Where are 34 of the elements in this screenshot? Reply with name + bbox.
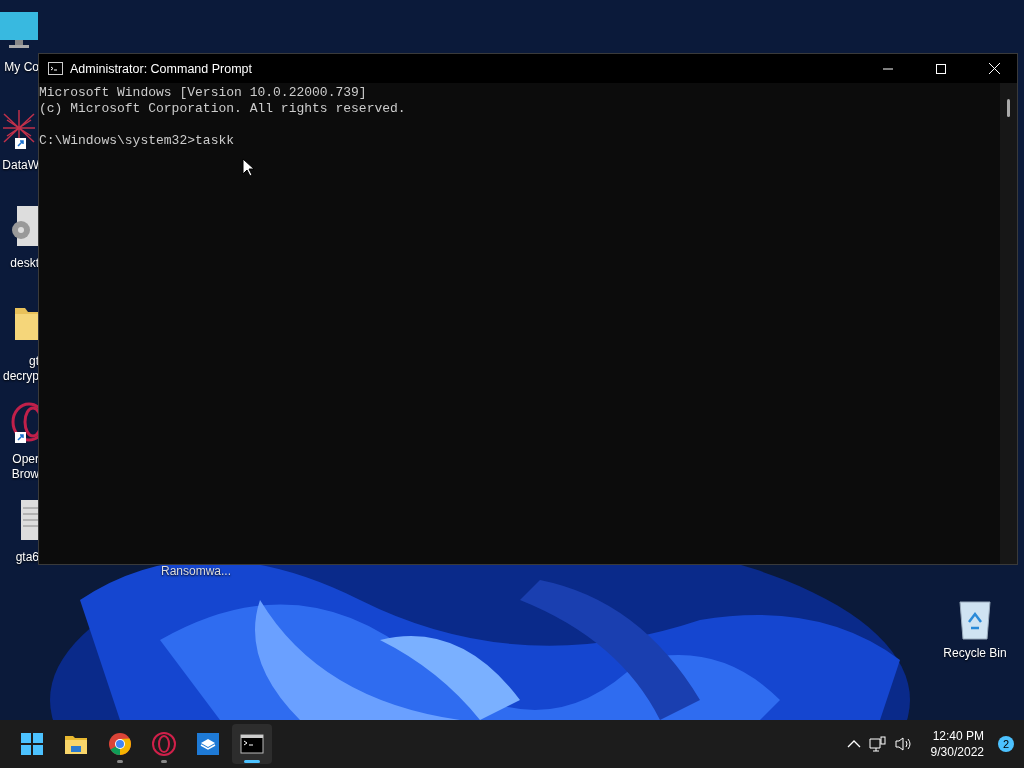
console-line: (c) Microsoft Corporation. All rights reserved. <box>39 101 407 117</box>
desktop-icon-label[interactable]: DataW <box>2 158 39 173</box>
recycle-bin-icon <box>957 598 993 640</box>
desktop-icon-label[interactable]: My Co <box>4 60 39 75</box>
chrome-icon <box>108 732 132 756</box>
maximize-icon <box>936 63 946 74</box>
clock-date[interactable]: 9/30/2022 <box>930 744 984 760</box>
taskbar-app-button[interactable] <box>232 724 272 764</box>
terminal-icon <box>240 732 264 756</box>
desktop-icon-label[interactable]: Recycle Bin <box>943 646 1007 661</box>
running-indicator <box>161 760 167 763</box>
desktop-icon-label[interactable]: gta6 <box>15 550 39 565</box>
console-line: C:\Windows\system32>taskk <box>39 133 236 149</box>
terminal-icon <box>48 62 63 75</box>
volume-icon[interactable] <box>894 736 913 752</box>
running-indicator <box>117 760 123 763</box>
console-line: Microsoft Windows [Version 10.0.22000.739] <box>39 85 368 101</box>
chevron-up-icon[interactable] <box>846 740 861 748</box>
network-icon[interactable] <box>868 736 887 752</box>
clock-time[interactable]: 12:40 PM <box>932 728 984 744</box>
folder-icon <box>15 308 39 340</box>
notification-badge[interactable]: 2 <box>998 736 1014 752</box>
running-indicator <box>244 760 260 763</box>
window-title: Administrator: Command Prompt <box>70 61 253 76</box>
mouse-pointer-icon <box>242 158 254 177</box>
desktop-icon-label[interactable]: deskt <box>10 256 39 271</box>
windows-start-icon <box>20 732 44 756</box>
desktop-icon-label[interactable]: Ransomwa... <box>161 564 232 578</box>
opera-icon <box>152 732 176 756</box>
box-app-icon <box>196 732 220 756</box>
text-file-icon <box>21 500 39 540</box>
desktop-icon-label[interactable]: Oper Brow <box>11 452 39 482</box>
scrollbar-thumb[interactable] <box>1007 99 1010 117</box>
close-icon <box>988 63 1000 74</box>
